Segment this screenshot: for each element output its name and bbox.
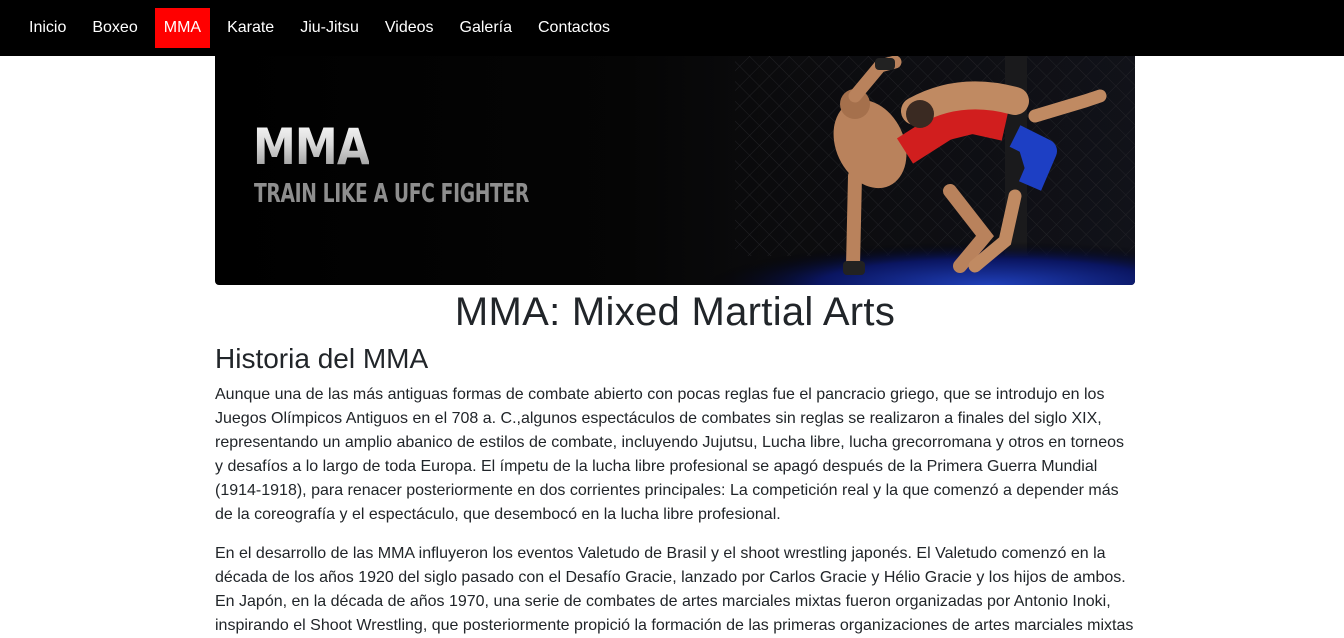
nav-item-galeria[interactable]: Galería — [447, 8, 525, 48]
nav-item-jiu-jitsu[interactable]: Jiu-Jitsu — [287, 8, 372, 48]
nav-item-videos[interactable]: Videos — [372, 8, 447, 48]
section-title: Historia del MMA — [215, 343, 429, 374]
banner-title: MMA — [253, 118, 370, 176]
page-title: MMA: Mixed Martial Arts — [454, 290, 896, 334]
history-paragraph-2: En el desarrollo de las MMA influyeron l… — [215, 545, 1134, 634]
nav-item-inicio[interactable]: Inicio — [16, 8, 79, 48]
nav-item-contactos[interactable]: Contactos — [525, 8, 623, 48]
history-paragraph-1: Aunque una de las más antiguas formas de… — [215, 386, 1124, 523]
main-content: MMA TRAIN LIKE A UFC FIGHTER MMA: Mixed … — [215, 56, 1135, 634]
hero-banner: MMA TRAIN LIKE A UFC FIGHTER — [215, 56, 1135, 285]
nav-item-karate[interactable]: Karate — [214, 8, 287, 48]
nav-item-boxeo[interactable]: Boxeo — [79, 8, 150, 48]
banner-subtitle: TRAIN LIKE A UFC FIGHTER — [254, 179, 529, 209]
top-navbar: Inicio Boxeo MMA Karate Jiu-Jitsu Videos… — [0, 0, 1344, 56]
nav-item-mma[interactable]: MMA — [154, 8, 211, 48]
